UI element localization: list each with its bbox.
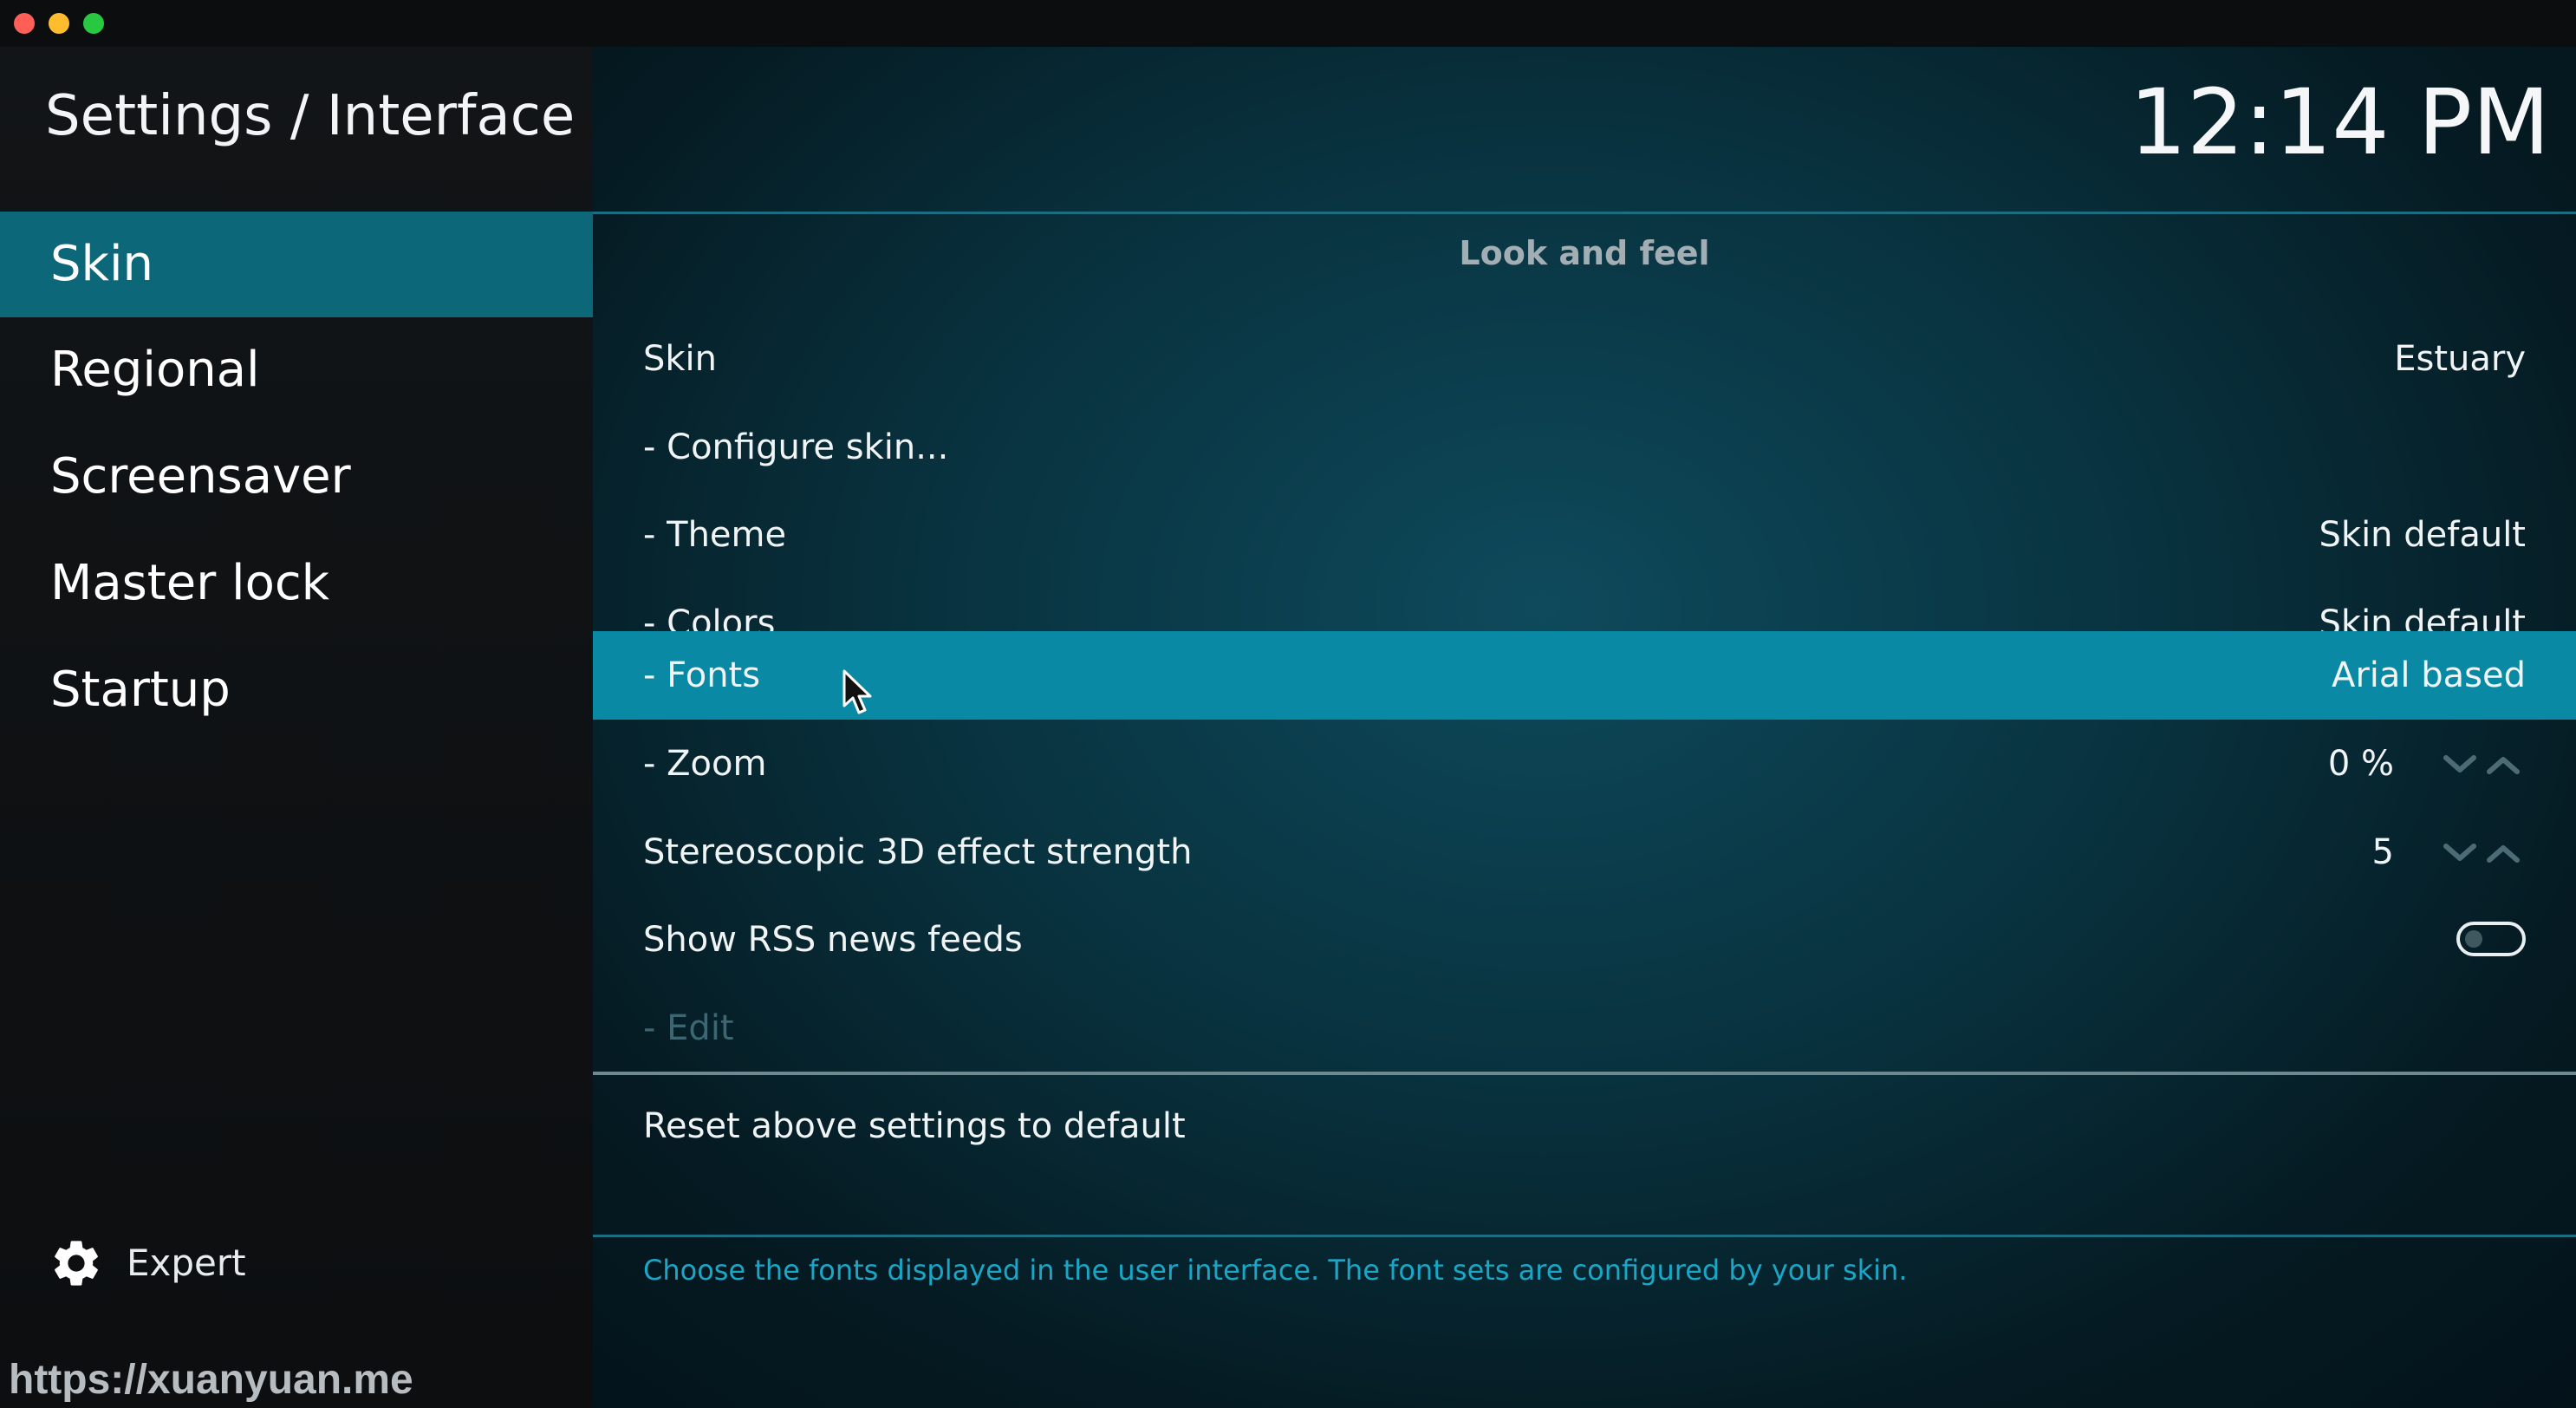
setting-label: - Fonts (643, 655, 761, 695)
help-text: Choose the fonts displayed in the user i… (643, 1254, 1908, 1287)
setting-value: 5 (2371, 832, 2394, 872)
gear-icon (55, 1241, 98, 1286)
setting-label: - Zoom (643, 744, 767, 784)
sidebar-item-regional[interactable]: Regional (0, 317, 593, 423)
rss-toggle-switch[interactable] (2456, 922, 2526, 956)
toggle-knob (2465, 930, 2482, 948)
reset-label: Reset above settings to default (643, 1106, 1186, 1146)
watermark-text: https://xuanyuan.me (9, 1357, 413, 1403)
sidebar-item-startup[interactable]: Startup (0, 637, 593, 743)
chevron-down-icon[interactable] (2443, 844, 2476, 861)
setting-row-skin[interactable]: Skin Estuary (593, 315, 2576, 403)
setting-label: Skin (643, 339, 718, 379)
setting-label: - Edit (643, 1008, 734, 1048)
spinner-arrows-icon[interactable] (2441, 839, 2531, 865)
clock: 12:14 PM (2129, 69, 2550, 175)
close-window-button[interactable] (14, 13, 35, 34)
top-divider (593, 212, 2576, 214)
kodi-settings-window: Settings / Interface 12:14 PM Skin Regio… (0, 0, 2576, 1408)
setting-label: Stereoscopic 3D effect strength (643, 832, 1193, 872)
sidebar-item-label: Screensaver (50, 448, 351, 505)
sidebar-item-label: Startup (50, 662, 231, 718)
sidebar-item-label: Skin (50, 236, 154, 292)
sidebar-item-label: Regional (50, 342, 260, 398)
reset-settings-button[interactable]: Reset above settings to default (593, 1082, 2576, 1170)
setting-label: - Theme (643, 515, 787, 555)
help-divider (593, 1235, 2576, 1237)
setting-row-show-rss[interactable]: Show RSS news feeds (593, 896, 2576, 984)
settings-content: Look and feel Skin Estuary - Configure s… (593, 212, 2576, 1408)
setting-label: - Configure skin... (643, 427, 949, 467)
chevron-up-icon[interactable] (2487, 845, 2520, 863)
section-header: Look and feel (1459, 234, 1710, 272)
setting-value: Arial based (2331, 655, 2526, 695)
setting-label: Show RSS news feeds (643, 920, 1023, 960)
minimize-window-button[interactable] (49, 13, 69, 34)
maximize-window-button[interactable] (83, 13, 104, 34)
sidebar-item-label: Master lock (50, 555, 330, 611)
mouse-pointer-icon (842, 669, 872, 714)
settings-level-label: Expert (127, 1242, 246, 1284)
setting-row-theme[interactable]: - Theme Skin default (593, 491, 2576, 579)
setting-row-configure-skin[interactable]: - Configure skin... (593, 403, 2576, 492)
section-divider (593, 1072, 2576, 1075)
sidebar-item-screensaver[interactable]: Screensaver (0, 424, 593, 530)
window-title-bar (0, 0, 2576, 47)
spinner-arrows-icon[interactable] (2441, 751, 2531, 777)
setting-row-zoom[interactable]: - Zoom 0 % (593, 720, 2576, 808)
settings-level-button[interactable]: Expert (49, 1235, 309, 1292)
setting-value: Skin default (2319, 515, 2526, 555)
setting-row-edit: - Edit (593, 984, 2576, 1072)
chevron-up-icon[interactable] (2487, 757, 2520, 774)
chevron-down-icon[interactable] (2443, 755, 2476, 772)
sidebar-item-skin[interactable]: Skin (0, 212, 593, 317)
setting-value: Estuary (2394, 339, 2526, 379)
page-title: Settings / Interface (45, 84, 576, 148)
setting-row-stereoscopic-strength[interactable]: Stereoscopic 3D effect strength 5 (593, 808, 2576, 896)
setting-row-fonts[interactable]: - Fonts Arial based (593, 631, 2576, 720)
setting-value: 0 % (2327, 744, 2394, 784)
sidebar-item-master-lock[interactable]: Master lock (0, 531, 593, 636)
